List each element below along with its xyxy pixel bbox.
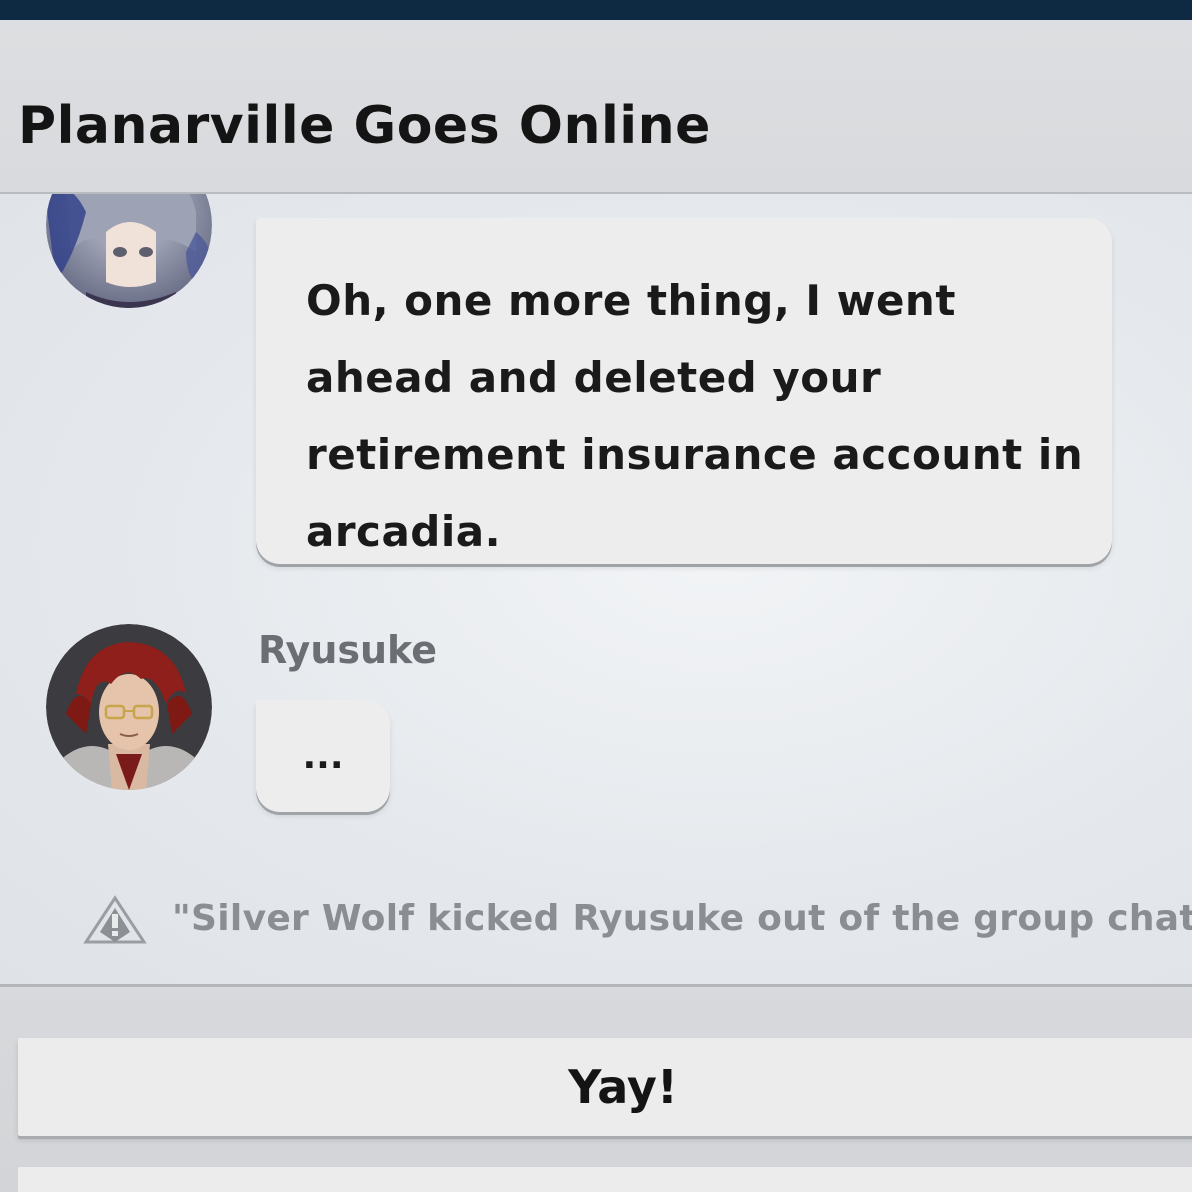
- reply-option-button[interactable]: Yay!: [18, 1038, 1192, 1136]
- silver-wolf-avatar[interactable]: [46, 194, 212, 308]
- message-text: Oh, one more thing, I went ahead and del…: [306, 276, 1084, 556]
- warning-triangle-icon: [82, 894, 148, 950]
- reply-option-label: Yay!: [568, 1060, 678, 1114]
- message-text: ...: [302, 736, 344, 777]
- system-notice-text: "Silver Wolf kicked Ryusuke out of the g…: [172, 898, 1192, 939]
- ryusuke-avatar[interactable]: [46, 624, 212, 790]
- reply-option-button[interactable]: [18, 1167, 1192, 1192]
- reply-options: Yay!: [0, 987, 1192, 1192]
- top-strip: [0, 0, 1192, 20]
- message-bubble: Oh, one more thing, I went ahead and del…: [256, 218, 1112, 564]
- chat-title: Planarville Goes Online: [18, 96, 711, 156]
- sender-name: Ryusuke: [258, 628, 438, 672]
- chat-header: Planarville Goes Online: [0, 20, 1192, 194]
- message-bubble: ...: [256, 700, 390, 812]
- message-list[interactable]: Oh, one more thing, I went ahead and del…: [0, 194, 1192, 984]
